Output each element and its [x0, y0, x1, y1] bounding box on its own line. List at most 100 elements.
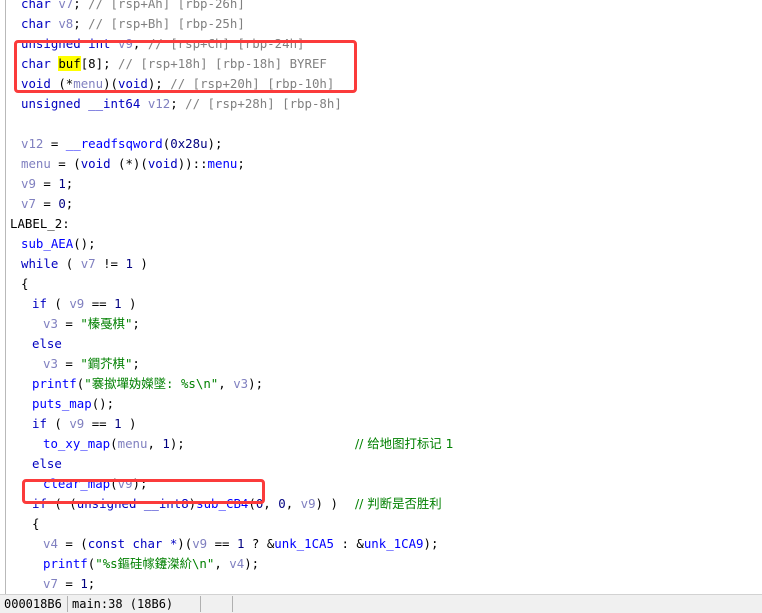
code-line[interactable]: char buf[8]; // [rsp+18h] [rbp-18h] BYRE… — [0, 54, 762, 74]
code-line[interactable]: clear_map(v9); — [0, 474, 762, 494]
code-line[interactable]: unsigned int v9; // [rsp+Ch] [rbp-24h] — [0, 34, 762, 54]
code-line[interactable]: { — [0, 274, 762, 294]
token-kw[interactable]: if — [32, 496, 47, 511]
code-line[interactable]: unsigned __int64 v12; // [rsp+28h] [rbp-… — [0, 94, 762, 114]
token-var[interactable]: menu — [73, 76, 103, 91]
token-kw[interactable]: while — [21, 256, 58, 271]
token-fn[interactable]: to_xy_map — [43, 436, 110, 451]
token-punct[interactable]: )):: — [178, 156, 208, 171]
token-fn[interactable]: menu — [208, 156, 238, 171]
token-punct[interactable]: = — [36, 176, 58, 191]
code-line[interactable]: { — [0, 514, 762, 534]
token-num[interactable]: 1 — [58, 176, 65, 191]
code-line[interactable]: puts_map(); — [0, 394, 762, 414]
code-line[interactable]: v4 = (const char *)(v9 == 1 ? &unk_1CA5 … — [0, 534, 762, 554]
token-fn[interactable]: printf — [32, 376, 77, 391]
code-line[interactable]: else — [0, 334, 762, 354]
token-kw[interactable]: void — [81, 156, 118, 171]
token-cmt[interactable]: // [rsp+Ch] [rbp-24h] — [148, 36, 305, 51]
token-punct[interactable]: = — [36, 196, 58, 211]
code-line[interactable]: if ( v9 == 1 ) — [0, 414, 762, 434]
token-kw[interactable]: void — [148, 156, 178, 171]
token-var[interactable]: v3 — [43, 356, 58, 371]
token-punct[interactable]: ( — [58, 256, 80, 271]
code-line[interactable]: printf("%s鏂硅幏鑳滐紒\n", v4); — [0, 554, 762, 574]
token-punct[interactable]: ); — [208, 136, 223, 151]
token-num[interactable]: 0x28u — [170, 136, 207, 151]
code-line[interactable]: char v8; // [rsp+Bh] [rbp-25h] — [0, 14, 762, 34]
token-fn[interactable]: unk_1CA5 — [274, 536, 334, 551]
token-var[interactable]: menu — [118, 436, 148, 451]
code-line[interactable]: char v7; // [rsp+Ah] [rbp-26h] — [0, 0, 762, 14]
token-cmt[interactable]: // [rsp+18h] [rbp-18h] BYREF — [118, 56, 327, 71]
token-kw[interactable]: char — [21, 56, 58, 71]
token-punct[interactable]: == — [84, 296, 114, 311]
token-punct[interactable]: ); — [244, 556, 259, 571]
token-var[interactable]: v7 — [58, 0, 73, 11]
token-fn[interactable]: printf — [43, 556, 88, 571]
token-var[interactable]: v9 — [118, 476, 133, 491]
token-punct[interactable]: (); — [92, 396, 114, 411]
token-punct[interactable]: ) — [122, 296, 136, 311]
token-punct[interactable]: [8]; — [81, 56, 118, 71]
token-num[interactable]: 0 — [278, 496, 285, 511]
token-var[interactable]: v9 — [69, 296, 84, 311]
token-kw[interactable]: char — [21, 0, 58, 11]
token-var[interactable]: v4 — [43, 536, 58, 551]
token-num[interactable]: 1 — [80, 576, 87, 591]
token-fn[interactable]: clear_map — [43, 476, 110, 491]
token-punct[interactable]: ( — [47, 296, 69, 311]
code-line[interactable]: sub_AEA(); — [0, 234, 762, 254]
token-str[interactable]: "鐧芥棋" — [80, 356, 132, 371]
token-var[interactable]: v12 — [148, 96, 170, 111]
token-kw[interactable]: else — [32, 456, 62, 471]
token-punct[interactable]: ; — [73, 0, 88, 11]
token-punct[interactable]: ; — [170, 96, 185, 111]
token-kw[interactable]: if — [32, 416, 47, 431]
token-punct[interactable]: ; — [132, 356, 139, 371]
token-punct[interactable]: , — [218, 376, 233, 391]
token-kw[interactable]: void — [118, 76, 148, 91]
token-punct[interactable]: ); — [170, 436, 185, 451]
code-line[interactable]: while ( v7 != 1 ) — [0, 254, 762, 274]
token-punct[interactable]: ; — [237, 156, 244, 171]
pseudocode-view[interactable]: char v7; // [rsp+Ah] [rbp-26h] char v8; /… — [0, 0, 762, 594]
token-punct[interactable]: == — [207, 536, 237, 551]
token-var[interactable]: v9 — [21, 176, 36, 191]
token-punct[interactable]: : & — [334, 536, 363, 551]
token-punct[interactable]: ; — [66, 176, 73, 191]
token-var[interactable]: v3 — [43, 316, 58, 331]
code-line[interactable]: printf("褰撳墠妫嬫墜: %s\n", v3); — [0, 374, 762, 394]
code-line[interactable]: v7 = 1; — [0, 574, 762, 594]
token-punct[interactable]: = — [58, 576, 80, 591]
token-punct[interactable]: ; — [73, 16, 88, 31]
token-fn[interactable]: sub_AEA — [21, 236, 73, 251]
token-punct[interactable]: ( — [248, 496, 255, 511]
token-punct[interactable]: ; — [133, 36, 148, 51]
code-line[interactable]: if ( (unsigned __int8)sub_CB4(0, 0, v9) … — [0, 494, 762, 514]
token-var[interactable]: v7 — [21, 196, 36, 211]
token-cmt[interactable]: // [rsp+Bh] [rbp-25h] — [88, 16, 245, 31]
token-punct[interactable]: ) ) — [316, 496, 338, 511]
token-kw[interactable]: if — [32, 296, 47, 311]
token-var[interactable]: v9 — [192, 536, 207, 551]
token-lbl[interactable]: LABEL_2: — [10, 216, 70, 231]
code-line[interactable]: v7 = 0; — [0, 194, 762, 214]
token-punct[interactable]: , — [286, 496, 301, 511]
token-cmt[interactable]: // [rsp+28h] [rbp-8h] — [185, 96, 342, 111]
token-punct[interactable]: != — [96, 256, 126, 271]
token-str[interactable]: "褰撳墠妫嬫墜: %s\n" — [84, 376, 218, 391]
code-line[interactable]: to_xy_map(menu, 1); // 给地图打标记 1 — [0, 434, 762, 454]
token-kw[interactable]: const char * — [88, 536, 178, 551]
token-var[interactable]: v9 — [301, 496, 316, 511]
code-line[interactable]: else — [0, 454, 762, 474]
token-punct[interactable]: = ( — [58, 536, 87, 551]
token-fn[interactable]: unk_1CA9 — [364, 536, 424, 551]
token-punct[interactable]: { — [32, 516, 39, 531]
code-line[interactable]: if ( v9 == 1 ) — [0, 294, 762, 314]
token-punct[interactable]: == — [84, 416, 114, 431]
token-num[interactable]: 1 — [125, 256, 132, 271]
token-kw[interactable]: unsigned __int64 — [21, 96, 148, 111]
token-punct[interactable]: , — [147, 436, 162, 451]
token-fn[interactable]: __readfsqword — [66, 136, 163, 151]
